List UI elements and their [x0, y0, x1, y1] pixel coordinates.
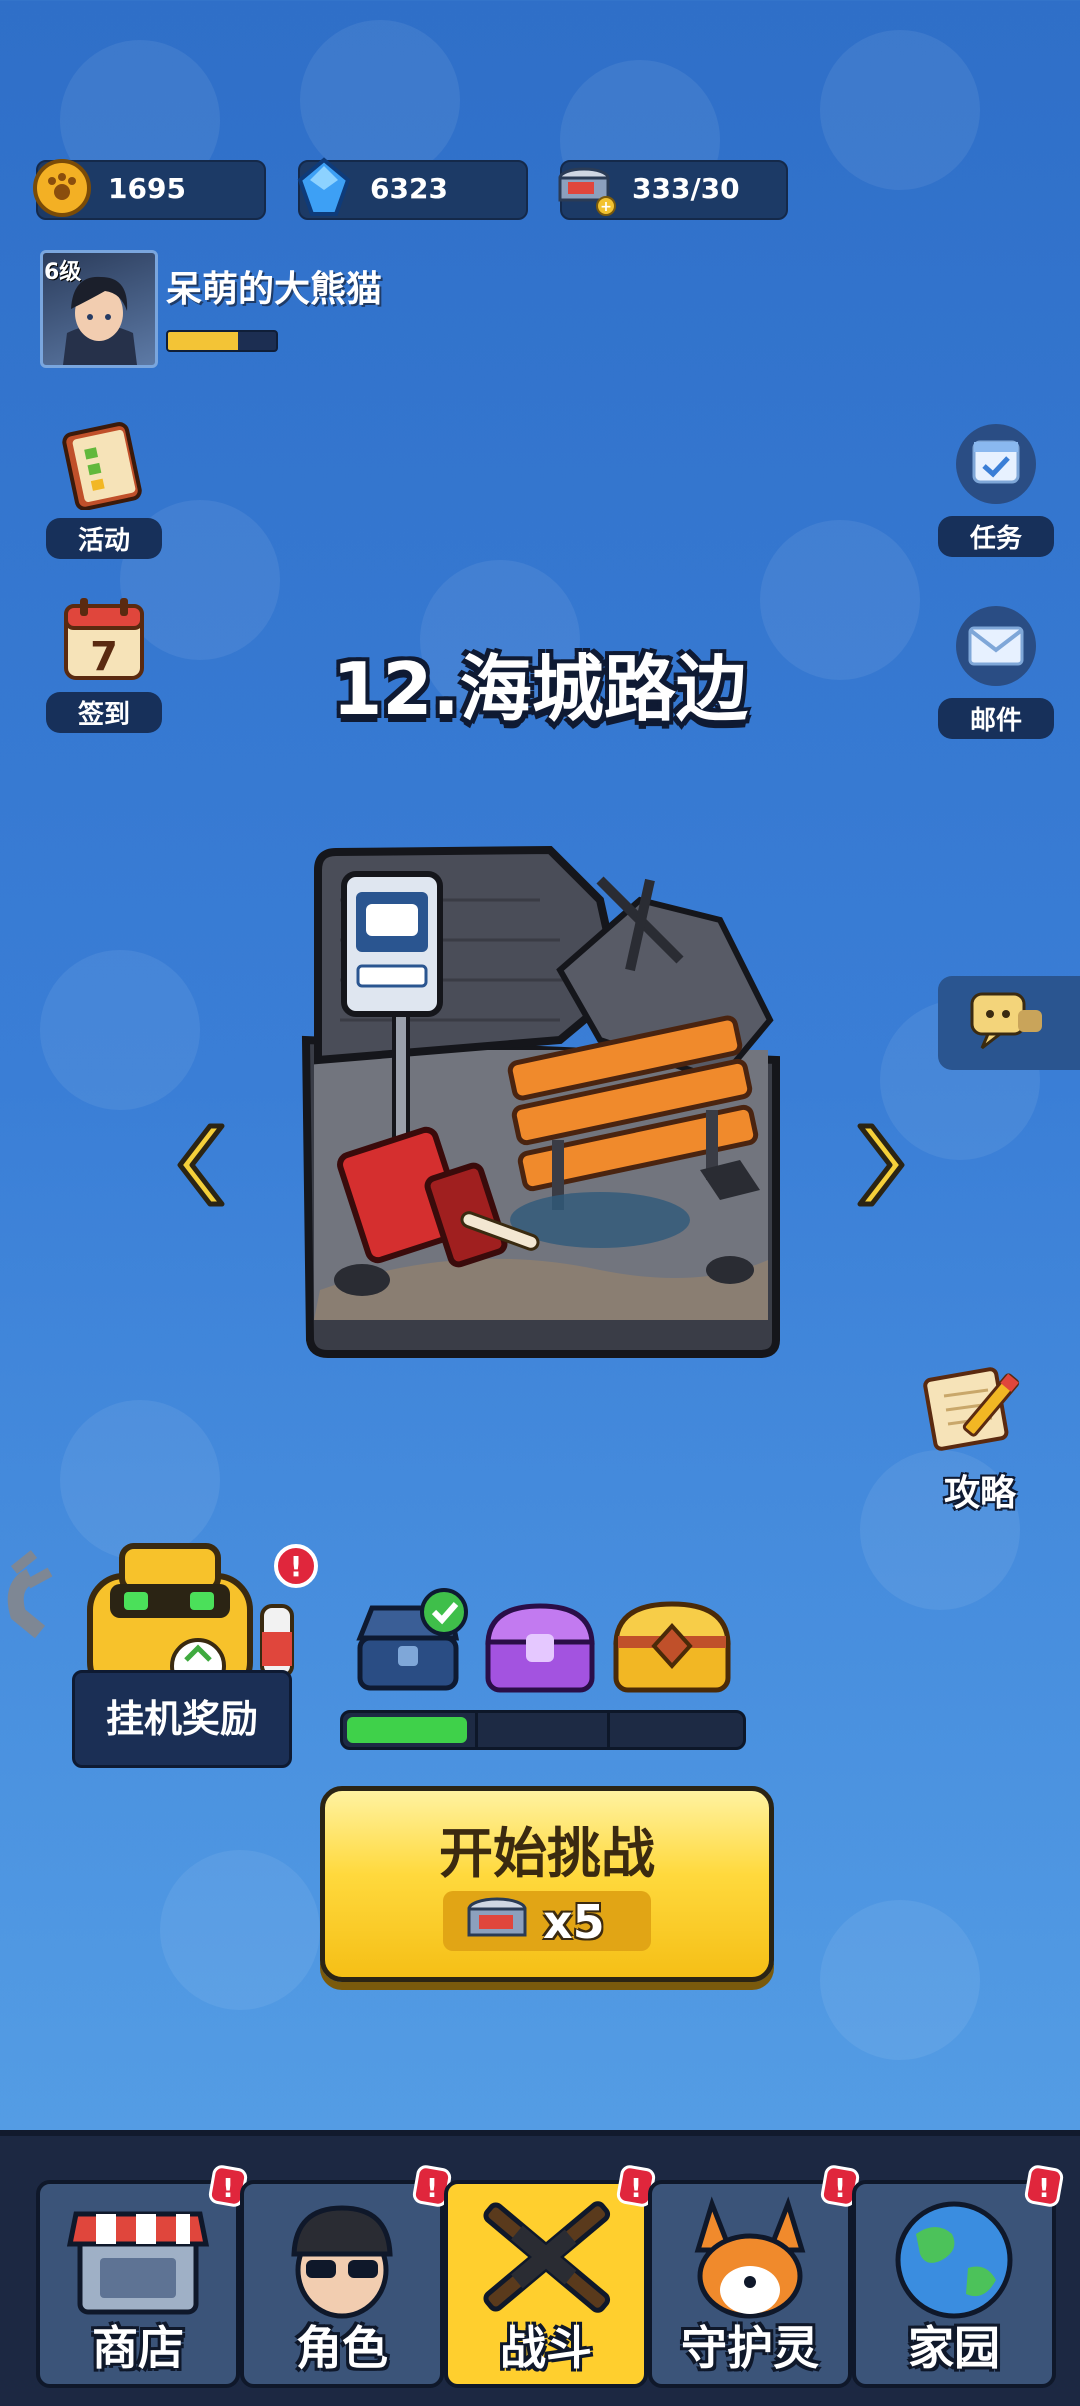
guide-notebook-pencil-icon — [923, 1367, 1020, 1451]
nav-character[interactable]: 角色 ! — [240, 2165, 452, 2388]
progress-divider — [475, 1713, 478, 1747]
events-book-icon — [62, 422, 142, 511]
paw-coin-icon — [33, 159, 91, 217]
tasks-label: 任务 — [938, 516, 1054, 557]
nav-home[interactable]: 家园 ! — [852, 2165, 1064, 2388]
player-name: 呆萌的大熊猫 — [166, 269, 383, 310]
canned-food-icon: + — [558, 167, 616, 216]
nav-battle[interactable]: 战斗 ! — [444, 2165, 656, 2388]
nav-battle-label: 战斗 — [500, 2321, 592, 2375]
svg-text:!: ! — [426, 2174, 438, 2204]
svg-text:!: ! — [1038, 2174, 1050, 2204]
events-label: 活动 — [46, 518, 162, 559]
chest-gold-icon[interactable] — [610, 1596, 734, 1696]
task-calendar-icon — [956, 424, 1036, 504]
svg-text:+: + — [600, 199, 612, 215]
stamina-counter[interactable]: + 333/30 — [558, 160, 788, 220]
chat-tab[interactable] — [938, 976, 1080, 1070]
chest-purple-icon[interactable] — [482, 1598, 598, 1696]
gem-counter[interactable]: 6323 — [297, 157, 528, 220]
chat-bubble-icon — [970, 992, 1042, 1050]
player-level: 6级 — [44, 260, 82, 285]
gem-icon — [297, 157, 351, 216]
start-challenge-button[interactable]: 开始挑战 x5 — [320, 1786, 774, 1982]
idle-reward-label[interactable]: 挂机奖励 — [72, 1670, 292, 1768]
start-challenge-label: 开始挑战 — [439, 1822, 655, 1885]
canned-food-icon — [467, 1897, 527, 1937]
nav-shop-label: 商店 — [92, 2321, 184, 2375]
progress-divider — [607, 1713, 610, 1747]
alert-badge-icon: ! — [1024, 2165, 1064, 2207]
stage-title: 12.海城路边 — [332, 647, 748, 731]
nav-character-label: 角色 — [296, 2321, 388, 2375]
challenge-cost: x5 — [443, 1891, 651, 1951]
prev-stage-arrow[interactable] — [174, 1120, 234, 1210]
nav-shop[interactable]: 商店 ! — [36, 2165, 248, 2388]
chest-progress-fill — [347, 1717, 467, 1743]
svg-text:!: ! — [290, 1550, 303, 1583]
coin-value: 1695 — [108, 172, 186, 205]
events-button[interactable]: 活动 — [44, 420, 164, 559]
next-stage-arrow[interactable] — [848, 1120, 908, 1210]
stage-illustration[interactable] — [300, 840, 780, 1360]
xp-bar — [166, 330, 278, 352]
coin-counter[interactable]: 1695 — [33, 159, 266, 220]
guide-label: 攻略 — [943, 1473, 1016, 1514]
xp-bar-fill — [168, 332, 239, 350]
gem-value: 6323 — [370, 172, 448, 205]
nav-guardian[interactable]: 守护灵 ! — [648, 2165, 860, 2388]
nav-home-label: 家园 — [908, 2321, 1000, 2375]
challenge-cost-value: x5 — [543, 1895, 605, 1949]
svg-text:!: ! — [834, 2174, 846, 2204]
tasks-button[interactable]: 任务 — [936, 418, 1056, 557]
stamina-value: 333/30 — [632, 172, 740, 205]
nav-guardian-label: 守护灵 — [681, 2321, 819, 2375]
chest-progress-bar — [340, 1710, 746, 1750]
chest-opened-icon[interactable] — [354, 1586, 474, 1696]
svg-text:!: ! — [630, 2174, 642, 2204]
svg-text:!: ! — [222, 2174, 234, 2204]
guide-button[interactable]: 攻略 — [920, 1360, 1040, 1516]
